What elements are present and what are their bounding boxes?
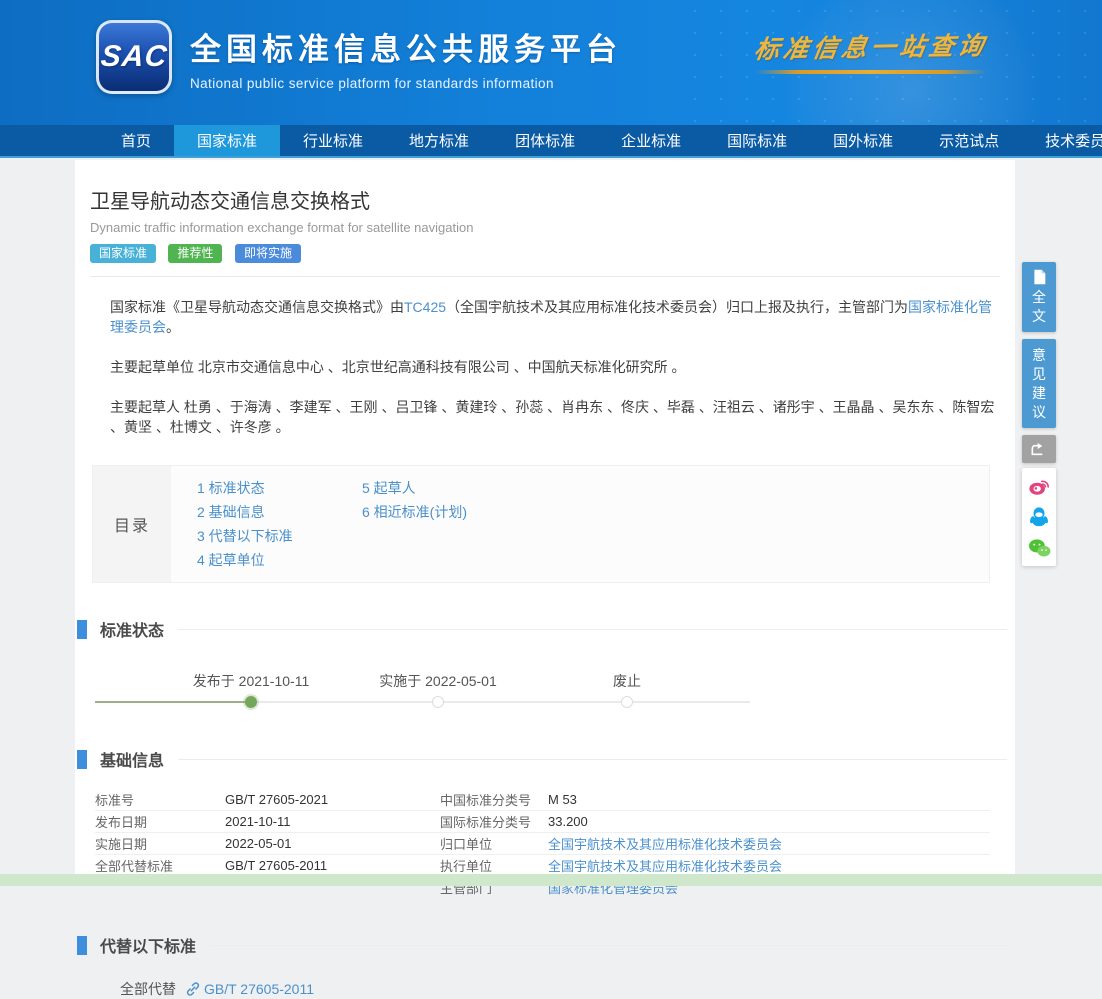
nav-item-national-standards[interactable]: 国家标准 bbox=[174, 125, 280, 156]
status-timeline: 发布于 2021-10-11 实施于 2022-05-01 废止 bbox=[95, 663, 750, 713]
standard-title-cn: 卫星导航动态交通信息交换格式 bbox=[90, 185, 1000, 214]
timeline-label-implemented: 实施于 2022-05-01 bbox=[379, 671, 497, 691]
feedback-label: 意见建议 bbox=[1031, 346, 1047, 422]
sac-logo: SAC bbox=[96, 20, 172, 94]
table-row: 归口单位 全国宇航技术及其应用标准化技术委员会 bbox=[440, 833, 990, 855]
section-rule bbox=[178, 759, 1007, 760]
slogan-banner: 标准信息一站查询 bbox=[755, 28, 987, 74]
intro-paragraph: 国家标准《卫星导航动态交通信息交换格式》由TC425（全国宇航技术及其应用标准化… bbox=[110, 297, 995, 337]
table-row: 中国标准分类号 M 53 bbox=[440, 789, 990, 811]
section-marker bbox=[77, 750, 87, 769]
toc-link-drafters[interactable]: 5 起草人 bbox=[362, 476, 527, 500]
timeline-dot-published bbox=[245, 696, 257, 708]
table-row: 标准号 GB/T 27605-2021 bbox=[95, 789, 440, 811]
section-marker bbox=[77, 620, 87, 639]
timeline-label-published: 发布于 2021-10-11 bbox=[193, 671, 309, 691]
badge-upcoming: 即将实施 bbox=[235, 244, 301, 263]
qq-icon[interactable] bbox=[1027, 505, 1051, 529]
row-value: 2021-10-11 bbox=[225, 814, 291, 829]
row-label: 执行单位 bbox=[440, 856, 548, 875]
share-button[interactable] bbox=[1022, 435, 1056, 463]
committee-link[interactable]: 全国宇航技术及其应用标准化技术委员会 bbox=[548, 856, 782, 875]
row-value: 33.200 bbox=[548, 814, 588, 829]
drafters-paragraph: 主要起草人 杜勇 、于海涛 、李建军 、王刚 、吕卫锋 、黄建玲 、孙蕊 、肖冉… bbox=[110, 397, 995, 437]
sac-logo-text: SAC bbox=[99, 40, 169, 74]
site-header: SAC 全国标准信息公共服务平台 National public service… bbox=[0, 0, 1102, 125]
drafting-orgs-paragraph: 主要起草单位 北京市交通信息中心 、北京世纪高通科技有限公司 、中国航天标准化研… bbox=[110, 357, 995, 377]
section-marker bbox=[77, 936, 87, 955]
fulltext-label: 全文 bbox=[1031, 288, 1047, 326]
slogan-underline bbox=[755, 70, 987, 74]
row-label: 全部代替标准 bbox=[95, 856, 225, 875]
replaced-standard-link[interactable]: GB/T 27605-2011 bbox=[204, 981, 314, 997]
footer-strip bbox=[0, 874, 1102, 886]
row-value: GB/T 27605-2021 bbox=[225, 792, 328, 807]
content-card: 卫星导航动态交通信息交换格式 Dynamic traffic informati… bbox=[75, 160, 1015, 875]
intro-text-1: 国家标准《卫星导航动态交通信息交换格式》由 bbox=[110, 299, 404, 315]
row-value: 2022-05-01 bbox=[225, 836, 292, 851]
replace-section-title: 代替以下标准 bbox=[100, 933, 196, 957]
basic-section-header: 基础信息 bbox=[75, 747, 1015, 771]
fulltext-button[interactable]: 全文 bbox=[1022, 262, 1056, 332]
badge-national-standard: 国家标准 bbox=[90, 244, 156, 263]
toc-link-basic-info[interactable]: 2 基础信息 bbox=[197, 500, 362, 524]
row-label: 中国标准分类号 bbox=[440, 790, 548, 809]
site-title: 全国标准信息公共服务平台 bbox=[190, 24, 622, 69]
nav-item-foreign-standards[interactable]: 国外标准 bbox=[810, 125, 916, 156]
row-label: 发布日期 bbox=[95, 812, 225, 831]
row-label: 标准号 bbox=[95, 790, 225, 809]
basic-section-title: 基础信息 bbox=[100, 747, 164, 771]
row-label: 实施日期 bbox=[95, 834, 225, 853]
chain-link-icon bbox=[186, 982, 200, 996]
nav-item-technical-committees[interactable]: 技术委员会 bbox=[1022, 125, 1102, 156]
toc-link-status[interactable]: 1 标准状态 bbox=[197, 476, 362, 500]
row-label: 国际标准分类号 bbox=[440, 812, 548, 831]
share-icon bbox=[1031, 442, 1047, 456]
site-subtitle: National public service platform for sta… bbox=[190, 76, 622, 91]
toc-link-similar-standards[interactable]: 6 相近标准(计划) bbox=[362, 500, 527, 524]
nav-item-international-standards[interactable]: 国际标准 bbox=[704, 125, 810, 156]
table-of-contents: 目录 1 标准状态 2 基础信息 3 代替以下标准 4 起草单位 5 起草人 6… bbox=[92, 465, 990, 583]
nav-item-group-standards[interactable]: 团体标准 bbox=[492, 125, 598, 156]
standard-title-en: Dynamic traffic information exchange for… bbox=[90, 220, 1000, 235]
feedback-button[interactable]: 意见建议 bbox=[1022, 339, 1056, 428]
timeline-dot-implemented bbox=[432, 696, 444, 708]
row-label: 归口单位 bbox=[440, 834, 548, 853]
nav-item-pilot-demo[interactable]: 示范试点 bbox=[916, 125, 1022, 156]
main-nav: 首页 国家标准 行业标准 地方标准 团体标准 企业标准 国际标准 国外标准 示范… bbox=[0, 125, 1102, 158]
floating-toolbar: 全文 意见建议 bbox=[1022, 262, 1056, 566]
status-section-title: 标准状态 bbox=[100, 617, 164, 641]
wechat-icon[interactable] bbox=[1027, 536, 1051, 560]
row-value: M 53 bbox=[548, 792, 577, 807]
section-rule bbox=[210, 945, 1007, 946]
tc425-link[interactable]: TC425 bbox=[404, 299, 446, 315]
social-share-panel bbox=[1022, 468, 1056, 566]
table-row: 国际标准分类号 33.200 bbox=[440, 811, 990, 833]
title-divider bbox=[90, 276, 1000, 277]
intro-text-3: 。 bbox=[166, 319, 180, 335]
nav-item-home[interactable]: 首页 bbox=[98, 125, 174, 156]
nav-item-industry-standards[interactable]: 行业标准 bbox=[280, 125, 386, 156]
table-row: 发布日期 2021-10-11 bbox=[95, 811, 440, 833]
badge-recommended: 推荐性 bbox=[168, 244, 222, 263]
toc-link-drafting-orgs[interactable]: 4 起草单位 bbox=[197, 548, 362, 572]
toc-link-replaced-standards[interactable]: 3 代替以下标准 bbox=[197, 524, 362, 548]
nav-item-local-standards[interactable]: 地方标准 bbox=[386, 125, 492, 156]
weibo-icon[interactable] bbox=[1027, 474, 1051, 498]
timeline-track-done bbox=[95, 701, 251, 703]
committee-link[interactable]: 全国宇航技术及其应用标准化技术委员会 bbox=[548, 834, 782, 853]
section-rule bbox=[178, 629, 1007, 630]
slogan-text: 标准信息一站查询 bbox=[752, 26, 990, 66]
row-value: GB/T 27605-2011 bbox=[225, 858, 327, 873]
status-section-header: 标准状态 bbox=[75, 617, 1015, 641]
nav-item-enterprise-standards[interactable]: 企业标准 bbox=[598, 125, 704, 156]
toc-label: 目录 bbox=[93, 466, 171, 582]
intro-text-2: （全国宇航技术及其应用标准化技术委员会）归口上报及执行，主管部门为 bbox=[446, 299, 908, 315]
table-row: 实施日期 2022-05-01 bbox=[95, 833, 440, 855]
timeline-label-abolished: 废止 bbox=[613, 671, 641, 691]
replace-section-header: 代替以下标准 bbox=[75, 933, 1015, 957]
document-icon bbox=[1032, 269, 1047, 285]
timeline-dot-abolished bbox=[621, 696, 633, 708]
replace-mode-label: 全部代替 bbox=[120, 979, 176, 999]
